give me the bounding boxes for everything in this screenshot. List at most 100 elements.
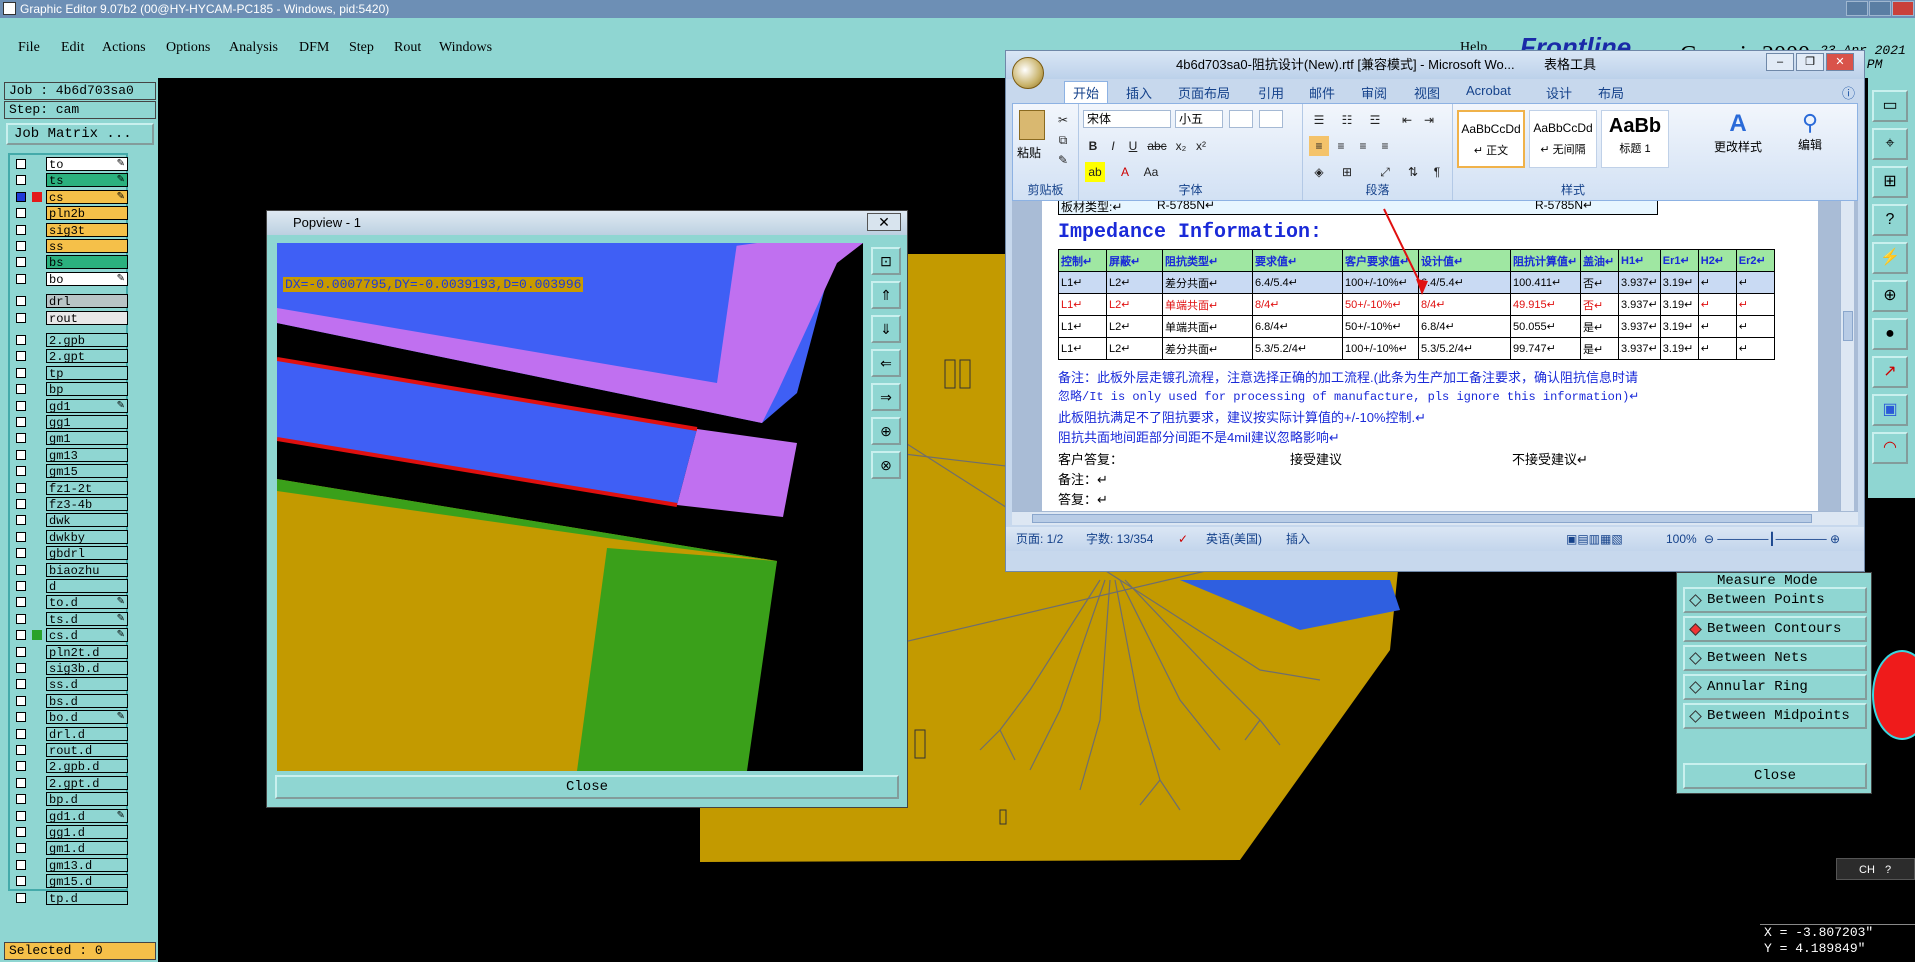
increase-indent-icon[interactable]: ⇥ xyxy=(1419,110,1439,130)
tool-select-icon[interactable]: ▭ xyxy=(1872,90,1908,122)
job-matrix-button[interactable]: Job Matrix ... xyxy=(6,123,154,145)
layer-row[interactable]: biaozhu xyxy=(12,562,128,578)
highlight-icon[interactable]: ab xyxy=(1085,162,1105,182)
layer-name[interactable]: cs ✎ xyxy=(46,189,128,205)
layer-row[interactable]: cs.d ✎ xyxy=(12,628,128,643)
layer-row[interactable]: gd1.d ✎ xyxy=(12,808,128,824)
zoom-level[interactable]: 100% xyxy=(1666,527,1697,551)
layer-checkbox[interactable] xyxy=(16,695,26,706)
style-heading-1[interactable]: AaBb 标题 1 xyxy=(1601,110,1669,168)
layer-checkbox[interactable] xyxy=(16,384,26,395)
vertical-scroll-thumb[interactable] xyxy=(1843,311,1853,341)
layer-checkbox[interactable] xyxy=(16,597,26,608)
menu-windows[interactable]: Windows xyxy=(439,40,492,56)
decrease-indent-icon[interactable]: ⇤ xyxy=(1397,110,1417,130)
layer-checkbox[interactable] xyxy=(16,794,26,805)
layer-name[interactable]: tp xyxy=(46,365,128,381)
layer-name[interactable]: drl.d xyxy=(46,726,128,742)
show-marks-icon[interactable]: ¶ xyxy=(1427,162,1447,182)
tab-design[interactable]: 设计 xyxy=(1546,83,1572,102)
layer-checkbox[interactable] xyxy=(16,335,26,345)
justify-icon[interactable]: ≡ xyxy=(1375,136,1395,156)
layer-checkbox[interactable] xyxy=(16,859,26,870)
layer-row[interactable]: rout.d xyxy=(12,743,128,758)
layer-checkbox[interactable] xyxy=(16,482,26,493)
layer-row[interactable]: gg1 xyxy=(12,415,128,430)
layer-row[interactable]: tp xyxy=(12,365,128,381)
layer-name[interactable]: pln2t.d xyxy=(46,644,128,660)
layer-name[interactable]: bo ✎ xyxy=(46,271,128,287)
layer-checkbox[interactable] xyxy=(16,159,26,169)
minimize-button[interactable] xyxy=(1846,1,1868,16)
popview-titlebar[interactable]: Popview - 1 xyxy=(267,211,907,235)
layer-checkbox[interactable] xyxy=(16,312,26,323)
layer-name[interactable]: biaozhu xyxy=(46,562,128,578)
layer-name[interactable]: gg1.d xyxy=(46,825,128,840)
layer-checkbox[interactable] xyxy=(16,548,26,559)
layer-name[interactable]: d xyxy=(46,579,128,594)
option-between-contours[interactable]: Between Contours xyxy=(1683,616,1867,642)
layer-name[interactable]: gg1 xyxy=(46,415,128,430)
maximize-button[interactable] xyxy=(1869,1,1891,16)
layer-row[interactable]: fz1-2t xyxy=(12,480,128,496)
layer-checkbox[interactable] xyxy=(16,208,26,219)
layer-checkbox[interactable] xyxy=(16,876,26,887)
layer-row[interactable]: bp xyxy=(12,382,128,397)
help-icon[interactable]: ⓘ xyxy=(1842,83,1855,102)
layer-row[interactable]: ts ✎ xyxy=(12,173,128,188)
popview-canvas[interactable]: DX=-0.0007795,DY=-0.0039193,D=0.003996 xyxy=(277,243,863,771)
popview-close-icon[interactable]: ✕ xyxy=(867,213,901,231)
ime-bar[interactable]: CH ? xyxy=(1836,858,1915,880)
layer-checkbox[interactable] xyxy=(16,745,26,755)
edit-button[interactable]: ⚲ 编辑 xyxy=(1785,110,1835,153)
layer-checkbox[interactable] xyxy=(16,777,26,788)
layer-name[interactable]: rout xyxy=(46,310,128,326)
layer-row[interactable]: rout xyxy=(12,310,128,326)
menu-edit[interactable]: Edit xyxy=(61,40,84,56)
layer-row[interactable]: to ✎ xyxy=(12,157,128,172)
layer-checkbox[interactable] xyxy=(16,827,26,837)
layer-row[interactable]: drl xyxy=(12,294,128,309)
layer-row[interactable]: 2.gpb.d xyxy=(12,759,128,774)
layer-name[interactable]: ts.d ✎ xyxy=(46,611,128,627)
tab-home[interactable]: 开始 xyxy=(1064,81,1109,103)
italic-icon[interactable]: I xyxy=(1103,136,1123,156)
style-no-spacing[interactable]: AaBbCcDd ↵ 无间隔 xyxy=(1529,110,1597,168)
menu-analysis[interactable]: Analysis xyxy=(229,40,278,56)
layer-checkbox[interactable] xyxy=(16,679,26,690)
layer-name[interactable]: bo.d ✎ xyxy=(46,710,128,725)
word-titlebar[interactable]: 4b6d703sa0-阻抗设计(New).rtf [兼容模式] - Micros… xyxy=(1006,51,1864,89)
layer-row[interactable]: gm15 xyxy=(12,464,128,479)
layer-name[interactable]: gm13 xyxy=(46,447,128,463)
layer-checkbox[interactable] xyxy=(16,400,26,411)
menu-actions[interactable]: Actions xyxy=(102,40,146,56)
align-left-icon[interactable]: ≡ xyxy=(1309,136,1329,156)
horizontal-scrollbar[interactable] xyxy=(1012,511,1858,525)
layer-row[interactable]: pln2b xyxy=(12,206,128,221)
layer-row[interactable]: bp.d xyxy=(12,792,128,807)
pan-left-icon[interactable]: ⇐ xyxy=(871,349,901,377)
word-minimize-icon[interactable]: – xyxy=(1766,53,1794,71)
layer-name[interactable]: gbdrl xyxy=(46,546,128,561)
layer-checkbox[interactable] xyxy=(16,761,26,772)
tool-component-icon[interactable]: ▣ xyxy=(1872,394,1908,426)
layer-checkbox[interactable] xyxy=(16,367,26,378)
layer-row[interactable]: gm15.d xyxy=(12,874,128,889)
bold-icon[interactable]: B xyxy=(1083,136,1103,156)
layer-name[interactable]: 2.gpb xyxy=(46,333,128,348)
layer-row[interactable]: gm1.d xyxy=(12,841,128,856)
layer-checkbox[interactable] xyxy=(16,466,26,477)
option-between-midpoints[interactable]: Between Midpoints xyxy=(1683,703,1867,729)
layer-row[interactable]: bs xyxy=(12,255,128,270)
tool-route-icon[interactable]: ↗ xyxy=(1872,356,1908,388)
font-name-select[interactable]: 宋体 xyxy=(1083,110,1171,128)
layer-name[interactable]: 2.gpb.d xyxy=(46,759,128,774)
layer-name[interactable]: dwkby xyxy=(46,529,128,545)
layer-name[interactable]: drl xyxy=(46,294,128,309)
layer-row[interactable]: sig3t xyxy=(12,222,128,238)
tab-acrobat[interactable]: Acrobat xyxy=(1466,83,1511,98)
word-close-icon[interactable]: ✕ xyxy=(1826,53,1854,71)
font-size-select[interactable]: 小五 xyxy=(1175,110,1223,128)
tool-net-icon[interactable]: ⊕ xyxy=(1872,280,1908,312)
word-restore-icon[interactable]: ❐ xyxy=(1796,53,1824,71)
